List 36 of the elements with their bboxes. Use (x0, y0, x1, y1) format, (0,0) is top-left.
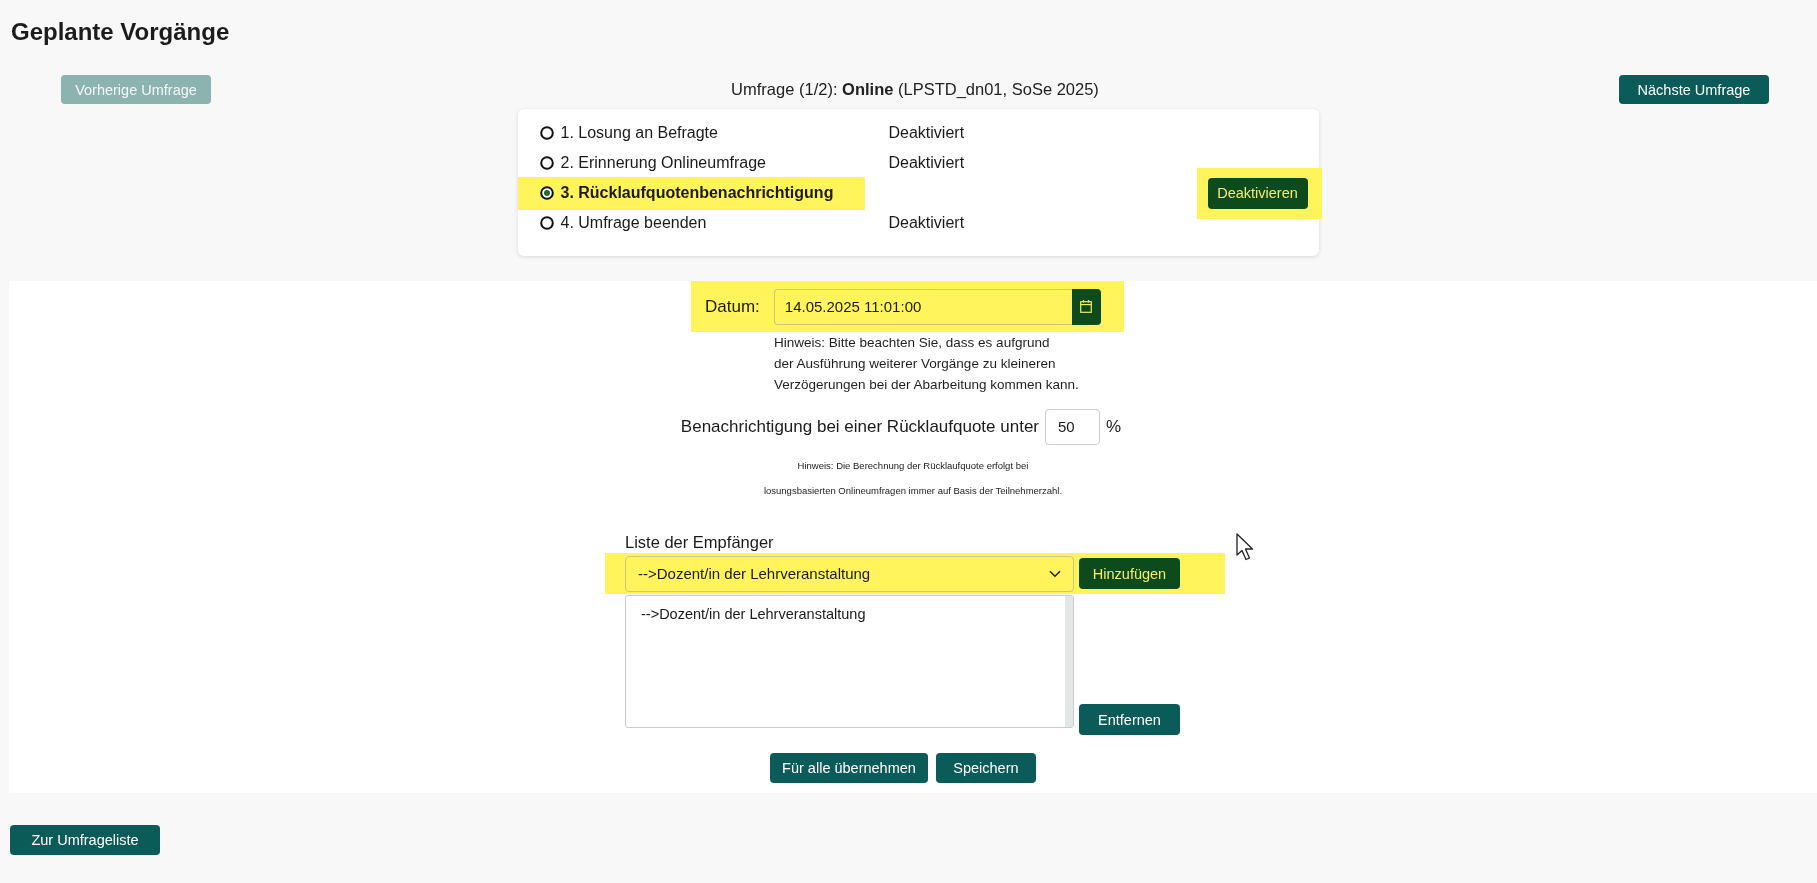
back-to-list-button[interactable]: Zur Umfrageliste (10, 825, 160, 855)
radio-icon[interactable] (539, 126, 554, 140)
deactivate-button[interactable]: Deaktivieren (1207, 177, 1308, 209)
recipient-select[interactable]: -->Dozent/in der Lehrveranstaltung (625, 555, 1074, 592)
calendar-icon (1080, 300, 1093, 313)
action-button[interactable]: Für alle übernehmen (770, 753, 928, 783)
step-label[interactable]: 1. Losung an Befragte (560, 124, 718, 142)
mouse-pointer-icon (1236, 533, 1256, 561)
scrollbar[interactable] (1065, 596, 1073, 727)
date-label: Datum: (705, 296, 760, 317)
step-status: Deaktiviert (888, 214, 965, 231)
page-title: Geplante Vorgänge (10, 17, 230, 47)
step-label[interactable]: 4. Umfrage beenden (560, 214, 707, 232)
list-item[interactable]: -->Dozent/in der Lehrveranstaltung (641, 604, 866, 624)
step-label[interactable]: 3. Rücklaufquotenbenachrichtigung (560, 184, 834, 202)
percent-unit: % (1106, 417, 1122, 437)
radio-icon[interactable] (539, 216, 554, 230)
step-label[interactable]: 2. Erinnerung Onlineumfrage (560, 154, 766, 172)
step-status: Deaktiviert (888, 154, 965, 171)
remove-button[interactable]: Entfernen (1079, 704, 1180, 735)
chevron-down-icon (1049, 569, 1061, 578)
calendar-button[interactable] (1071, 288, 1101, 325)
add-button[interactable]: Hinzufügen (1079, 558, 1180, 589)
recipient-listbox[interactable]: -->Dozent/in der Lehrveranstaltung (625, 595, 1074, 728)
step-status: Deaktiviert (888, 124, 965, 141)
survey-caption: Umfrage (1/2): Online (LPSTD_dn01, SoSe 2025) (731, 80, 1099, 99)
hint-text: Hinweis: Die Berechnung der Rücklaufquote erfolgt bei losungsbasierten Onlineumfragen immer auf Basis der Teilnehmerzahl. (763, 459, 1063, 498)
recipients-label: Liste der Empfänger (625, 532, 774, 553)
action-button[interactable]: Speichern (935, 753, 1036, 783)
radio-icon[interactable] (539, 186, 554, 200)
date-field[interactable]: 14.05.2025 11:01:00 (773, 288, 1072, 325)
next-survey-button[interactable]: Nächste Umfrage (1619, 75, 1769, 104)
radio-icon[interactable] (539, 156, 554, 170)
hint-text: Hinweis: Bitte beachten Sie, dass es aufgrund der Ausführung weiterer Vorgänge zu kleineren Verzögerungen bei der Abarbeitung kommen kann. (774, 334, 1079, 394)
threshold-field[interactable]: 50 (1045, 409, 1101, 445)
threshold-label: Benachrichtigung bei einer Rücklaufquote unter (680, 417, 1040, 437)
